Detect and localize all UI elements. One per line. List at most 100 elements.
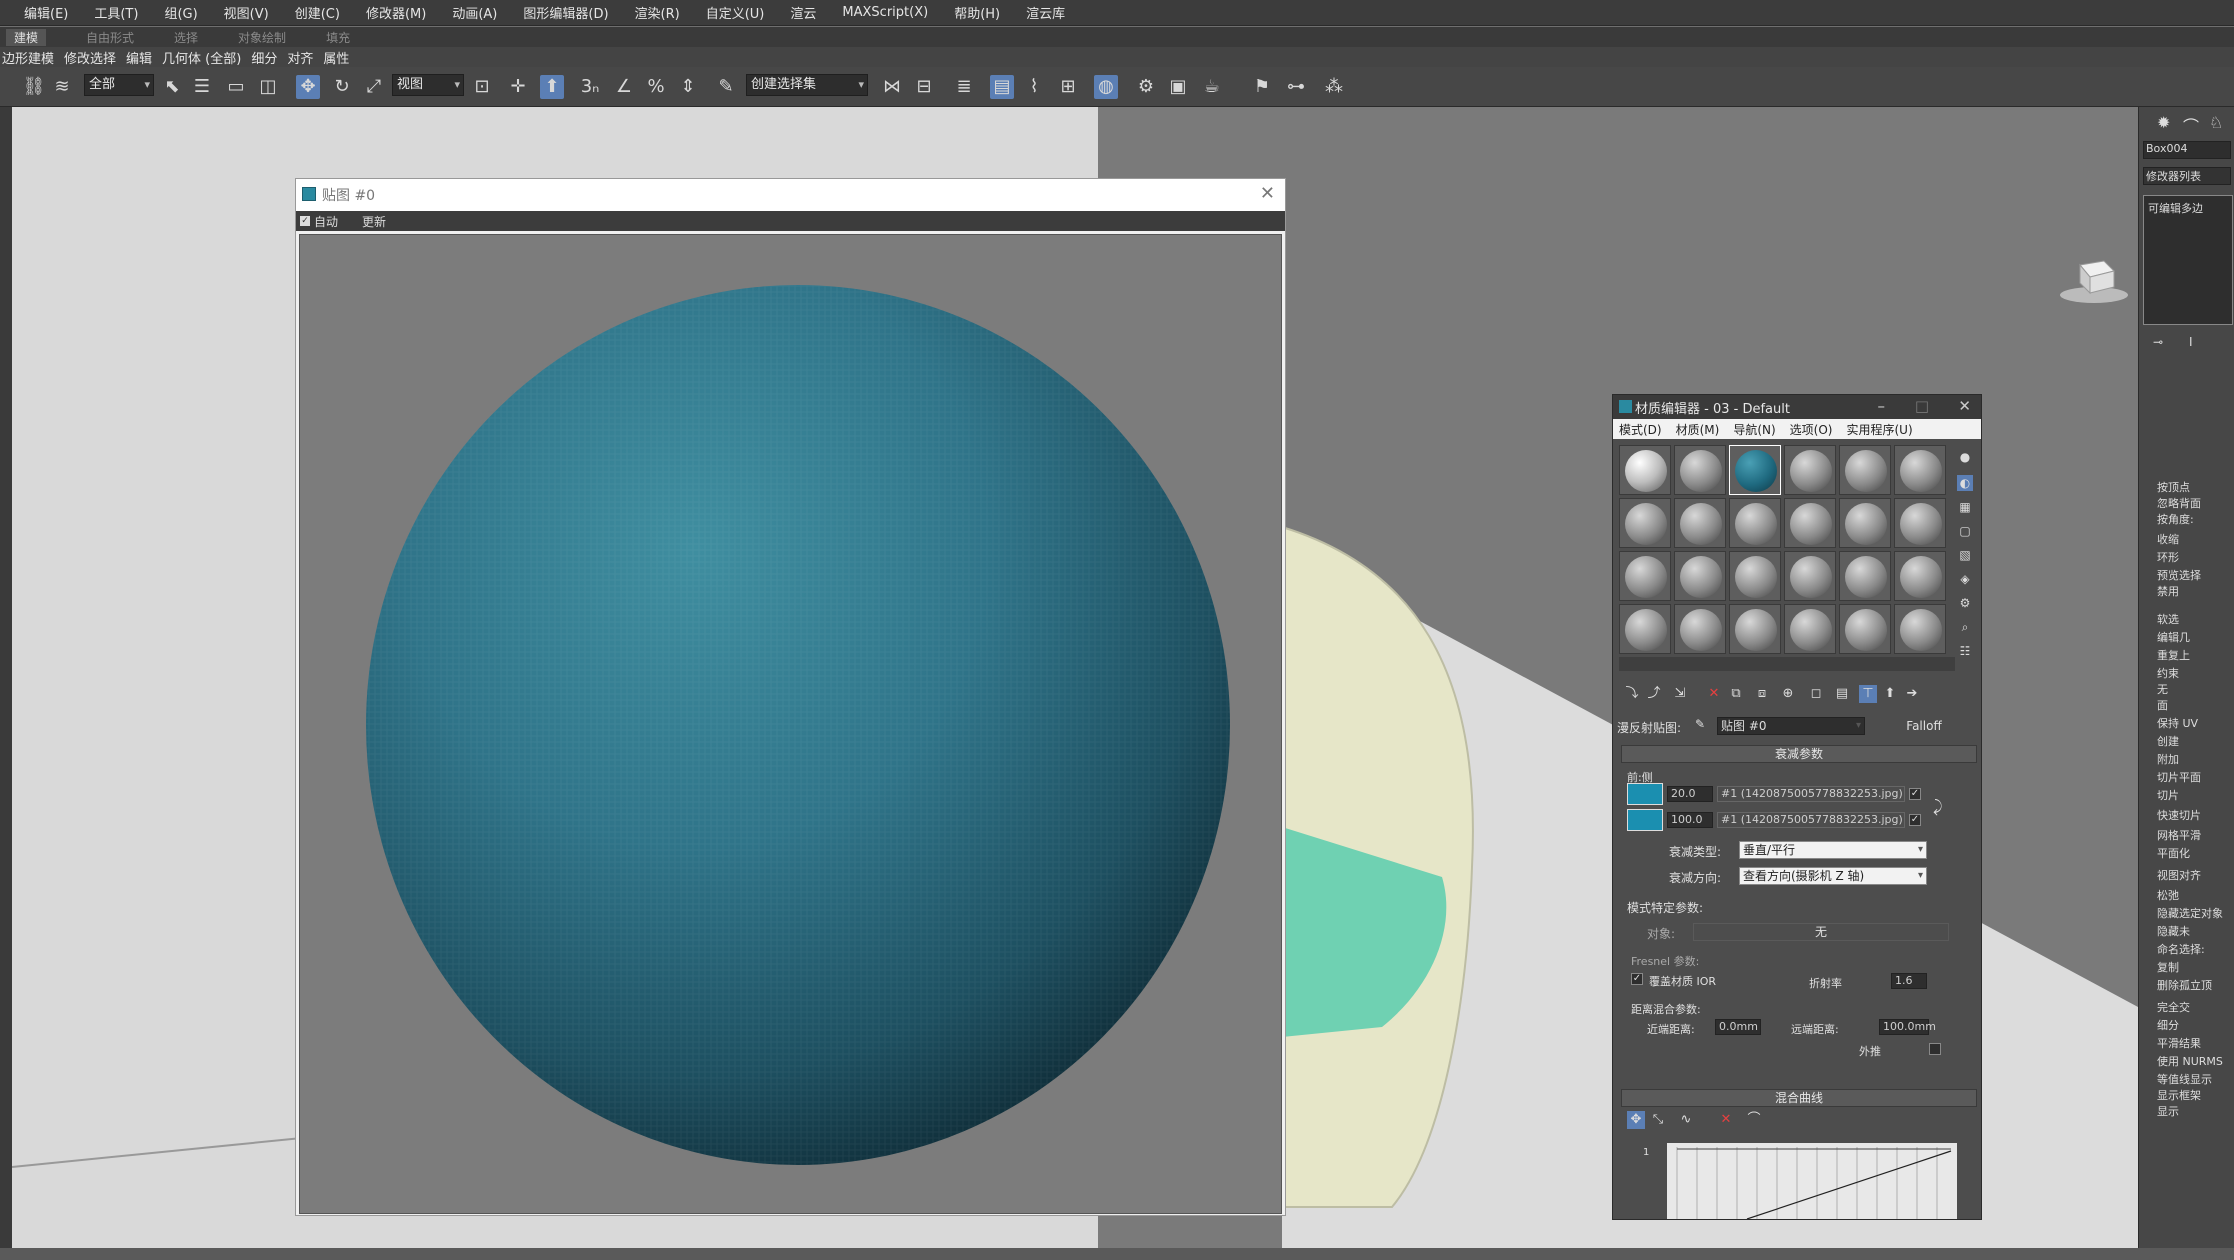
backlight-icon[interactable]: ◐ [1957, 475, 1973, 491]
select-by-name-icon[interactable]: ☰ [190, 75, 214, 99]
delete-point-icon[interactable]: ✕ [1717, 1111, 1735, 1129]
sample-slot[interactable] [1729, 551, 1781, 601]
uv-tiling-icon[interactable]: ▢ [1957, 523, 1973, 539]
make-unique-icon[interactable]: ⧈ [1753, 685, 1771, 703]
sample-slot[interactable] [1729, 604, 1781, 654]
ribbon-subtab[interactable]: 细分 [251, 48, 277, 67]
override-ior-checkbox[interactable]: ✓ [1631, 973, 1643, 985]
ribbon-subtab[interactable]: 几何体 (全部) [162, 48, 241, 67]
material-id-icon[interactable]: ◻ [1807, 685, 1825, 703]
ior-spinner[interactable]: 1.6 [1891, 973, 1927, 989]
falloff-params-rollout[interactable]: 衰减参数 [1621, 745, 1977, 763]
update-button[interactable]: 更新 [362, 213, 386, 230]
maximize-icon[interactable]: □ [1915, 397, 1929, 415]
pivot-center-icon[interactable]: ⊡ [470, 75, 494, 99]
minimize-icon[interactable]: – [1878, 397, 1886, 415]
rendered-frame-icon[interactable]: ▣ [1166, 75, 1190, 99]
map-name-field[interactable]: 贴图 #0 [1717, 717, 1865, 735]
object-name-field[interactable]: Box004 [2143, 141, 2231, 159]
menu-item[interactable]: 修改器(M) [366, 3, 426, 22]
curve-editor-icon[interactable]: ⌇ [1022, 75, 1046, 99]
object-pick-button[interactable]: 无 [1693, 923, 1949, 941]
sample-slot[interactable] [1839, 551, 1891, 601]
assign-to-selection-icon[interactable]: ⇲ [1671, 685, 1689, 703]
mix-curve-graph[interactable] [1667, 1143, 1957, 1219]
manipulate-icon[interactable]: ✛ [506, 75, 530, 99]
menu-item[interactable]: 动画(A) [452, 3, 497, 22]
map-preview-window[interactable]: 贴图 #0 ✕ ✓ 自动 更新 [295, 178, 1286, 1216]
material-navigator-icon[interactable]: ☷ [1957, 643, 1973, 659]
make-copy-icon[interactable]: ⧉ [1727, 685, 1745, 703]
select-move-icon[interactable]: ✥ [296, 75, 320, 99]
selection-filter-dropdown[interactable]: 全部 [84, 74, 154, 96]
spinner-snap-icon[interactable]: ⇕ [676, 75, 700, 99]
menu-item[interactable]: 渲云 [790, 3, 816, 22]
eyedropper-icon[interactable]: ✎ [1695, 717, 1705, 731]
create-tab-icon[interactable]: ✹ [2157, 113, 2170, 132]
menu-item[interactable]: 创建(C) [295, 3, 340, 22]
material-editor-menu-item[interactable]: 实用程序(U) [1846, 421, 1912, 438]
sample-slot[interactable] [1729, 498, 1781, 548]
falloff-type-select[interactable]: 垂直/平行 [1739, 841, 1927, 859]
side-color-swatch[interactable] [1627, 809, 1663, 831]
go-to-parent-icon[interactable]: ⬆ [1881, 685, 1899, 703]
modifier-stack[interactable]: 可编辑多边 [2143, 195, 2233, 325]
sample-slot[interactable] [1619, 551, 1671, 601]
render-setup-icon[interactable]: ⚙ [1134, 75, 1158, 99]
edit-named-sets-icon[interactable]: ✎ [714, 75, 738, 99]
ribbon-tab[interactable]: 自由形式 [86, 29, 134, 46]
show-end-result-icon[interactable]: ⊤ [1859, 685, 1877, 703]
material-editor-menu-item[interactable]: 选项(O) [1790, 421, 1833, 438]
particle-icon[interactable]: ⁂ [1322, 75, 1346, 99]
sample-slot[interactable] [1619, 445, 1671, 495]
schematic-view-icon[interactable]: ⊞ [1056, 75, 1080, 99]
swap-colors-icon[interactable]: ⤸ [1933, 797, 1943, 817]
render-teapot-icon[interactable]: ☕ [1200, 75, 1224, 99]
map-window-titlebar[interactable]: 贴图 #0 ✕ [296, 179, 1285, 211]
scale-point-icon[interactable]: ⤡ [1649, 1111, 1667, 1129]
get-material-icon[interactable]: ⤵ [1623, 685, 1641, 703]
close-icon[interactable]: ✕ [1958, 397, 1971, 415]
ribbon-subtab[interactable]: 边形建模 [2, 48, 54, 67]
ruler-icon[interactable]: ⊶ [1284, 75, 1308, 99]
reset-map-icon[interactable]: ✕ [1705, 685, 1723, 703]
rect-selection-icon[interactable]: ▭ [224, 75, 248, 99]
ribbon-tab[interactable]: 填充 [326, 29, 350, 46]
side-amount-spinner[interactable]: 100.0 [1667, 812, 1713, 828]
menu-item[interactable]: 自定义(U) [706, 3, 765, 22]
sample-slot[interactable] [1894, 498, 1946, 548]
put-to-scene-icon[interactable]: ⤴ [1645, 685, 1663, 703]
sample-slot[interactable] [1674, 604, 1726, 654]
slots-scrollbar[interactable] [1619, 657, 1955, 671]
ribbon-tab[interactable]: 选择 [174, 29, 198, 46]
material-editor-icon[interactable]: ◍ [1094, 75, 1118, 99]
sample-slot[interactable] [1894, 604, 1946, 654]
bind-space-warp-icon[interactable]: ≋ [50, 75, 74, 99]
ribbon-subtab[interactable]: 对齐 [287, 48, 313, 67]
menu-item[interactable]: 组(G) [164, 3, 197, 22]
show-shaded-icon[interactable]: ▤ [1833, 685, 1851, 703]
sample-slot[interactable] [1674, 445, 1726, 495]
window-crossing-icon[interactable]: ◫ [256, 75, 280, 99]
front-amount-spinner[interactable]: 20.0 [1667, 786, 1713, 802]
put-to-library-icon[interactable]: ⊕ [1779, 685, 1797, 703]
sample-slot[interactable] [1784, 445, 1836, 495]
front-map-checkbox[interactable]: ✓ [1909, 788, 1921, 800]
menu-item[interactable]: 图形编辑器(D) [523, 3, 608, 22]
extrapolate-checkbox[interactable] [1929, 1043, 1941, 1055]
menu-item[interactable]: 帮助(H) [954, 3, 1000, 22]
sample-slot[interactable] [1784, 498, 1836, 548]
modify-tab-icon[interactable]: ⌒ [2183, 113, 2199, 137]
auto-checkbox[interactable]: ✓ [300, 216, 310, 226]
sample-slot[interactable] [1839, 445, 1891, 495]
snap-toggle-icon[interactable]: 3ₙ [578, 75, 602, 99]
map-type-button[interactable]: Falloff [1875, 717, 1973, 735]
sample-slot[interactable] [1619, 604, 1671, 654]
material-editor-menu-item[interactable]: 导航(N) [1733, 421, 1775, 438]
menu-item[interactable]: MAXScript(X) [842, 5, 928, 20]
ribbon-tab[interactable]: 建模 [6, 28, 47, 46]
sample-type-icon[interactable]: ● [1957, 449, 1973, 465]
near-distance-spinner[interactable]: 0.0mm [1715, 1019, 1761, 1035]
side-map-checkbox[interactable]: ✓ [1909, 814, 1921, 826]
align-icon[interactable]: ⊟ [912, 75, 936, 99]
